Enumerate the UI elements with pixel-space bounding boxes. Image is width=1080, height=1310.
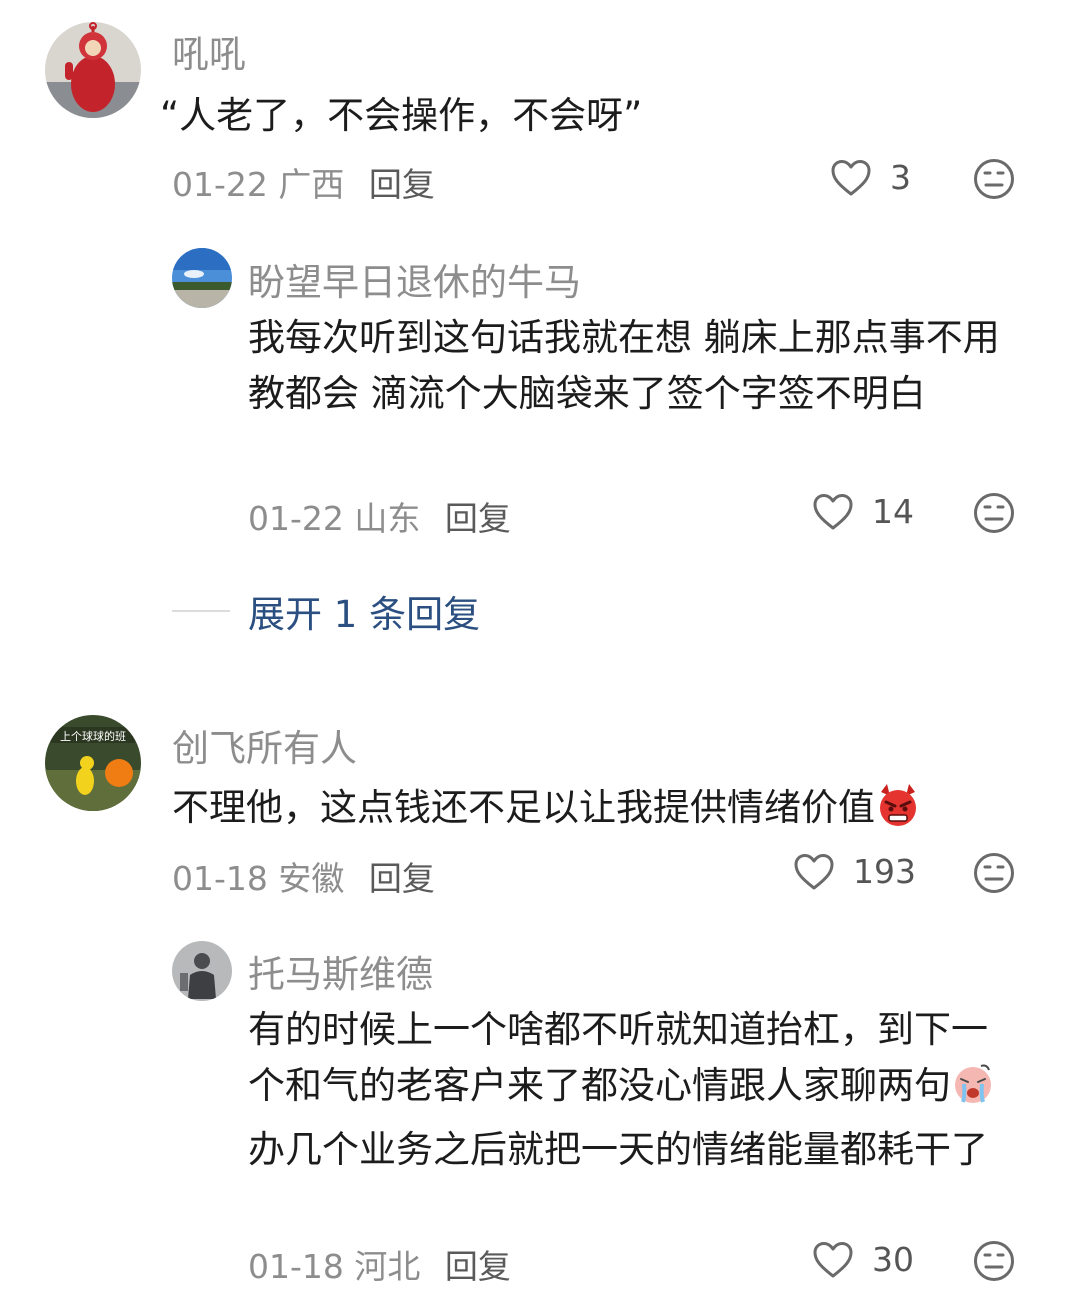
heart-outline-icon xyxy=(830,159,872,197)
reply-location: 河北 xyxy=(354,1247,421,1286)
reply-button[interactable]: 回复 xyxy=(369,859,435,898)
avatar[interactable] xyxy=(45,22,141,118)
reply-text: 有的时候上一个啥都不听就知道抬杠，到下一个和气的老客户来了都没心情跟人家聊两句办… xyxy=(248,1002,1018,1178)
reply-location: 山东 xyxy=(354,499,421,538)
neutral-face-icon xyxy=(973,158,1015,200)
expand-replies-button[interactable]: 展开 1 条回复 xyxy=(172,584,480,638)
avatar[interactable] xyxy=(172,941,232,1001)
like-button[interactable]: 3 xyxy=(830,158,911,197)
reply-meta: 01-22 山东 回复 xyxy=(248,492,511,540)
like-button[interactable]: 193 xyxy=(793,852,916,891)
avatar-caption: 上个球球的班 xyxy=(60,729,126,743)
dislike-button[interactable] xyxy=(973,492,1015,534)
reply-date: 01-18 xyxy=(248,1247,344,1286)
reply-button[interactable]: 回复 xyxy=(445,499,511,538)
reply-text: 我每次听到这句话我就在想 躺床上那点事不用教都会 滴流个大脑袋来了签个字签不明白 xyxy=(248,316,1000,415)
avatar[interactable] xyxy=(172,248,232,308)
heart-outline-icon xyxy=(793,853,835,891)
neutral-face-icon xyxy=(973,492,1015,534)
reply-text-part1: 有的时候上一个啥都不听就知道抬杠，到下一个和气的老客户来了都没心情跟人家聊两句 xyxy=(248,1008,988,1107)
like-count: 30 xyxy=(872,1240,914,1279)
like-button[interactable]: 14 xyxy=(812,492,914,531)
reply-username[interactable]: 盼望早日退休的牛马 xyxy=(248,252,581,306)
angry-devil-emoji xyxy=(875,782,921,844)
comment-meta: 01-18 安徽 回复 xyxy=(172,852,435,900)
crying-face-emoji xyxy=(951,1062,995,1122)
comment-location: 安徽 xyxy=(278,859,345,898)
dislike-button[interactable] xyxy=(973,1240,1015,1282)
reply-text-part2: 办几个业务之后就把一天的情绪能量都耗干了 xyxy=(248,1128,988,1171)
heart-outline-icon xyxy=(812,1241,854,1279)
comment-text-body: 不理他，这点钱还不足以让我提供情绪价值 xyxy=(172,786,875,829)
avatar[interactable]: 上个球球的班 xyxy=(45,715,141,811)
divider xyxy=(172,610,230,612)
like-count: 193 xyxy=(853,852,916,891)
reply-button[interactable]: 回复 xyxy=(369,165,435,204)
comment-location: 广西 xyxy=(278,165,345,204)
comment-date: 01-18 xyxy=(172,859,268,898)
like-button[interactable]: 30 xyxy=(812,1240,914,1279)
reply-date: 01-22 xyxy=(248,499,344,538)
comment-text: 不理他，这点钱还不足以让我提供情绪价值 xyxy=(172,780,1052,844)
neutral-face-icon xyxy=(973,1240,1015,1282)
reply-meta: 01-18 河北 回复 xyxy=(248,1240,511,1288)
dislike-button[interactable] xyxy=(973,158,1015,200)
dislike-button[interactable] xyxy=(973,852,1015,894)
reply-button[interactable]: 回复 xyxy=(445,1247,511,1286)
expand-replies-label: 展开 1 条回复 xyxy=(248,593,481,636)
comment-username[interactable]: 吼吼 xyxy=(172,24,246,78)
like-count: 14 xyxy=(872,492,914,531)
comment-username[interactable]: 创飞所有人 xyxy=(172,718,357,772)
neutral-face-icon xyxy=(973,852,1015,894)
reply-username[interactable]: 托马斯维德 xyxy=(248,944,433,998)
heart-outline-icon xyxy=(812,493,854,531)
comment-meta: 01-22 广西 回复 xyxy=(172,158,435,206)
like-count: 3 xyxy=(890,158,911,197)
comment-text: “人老了，不会操作，不会呀” xyxy=(160,94,643,137)
comment-date: 01-22 xyxy=(172,165,268,204)
